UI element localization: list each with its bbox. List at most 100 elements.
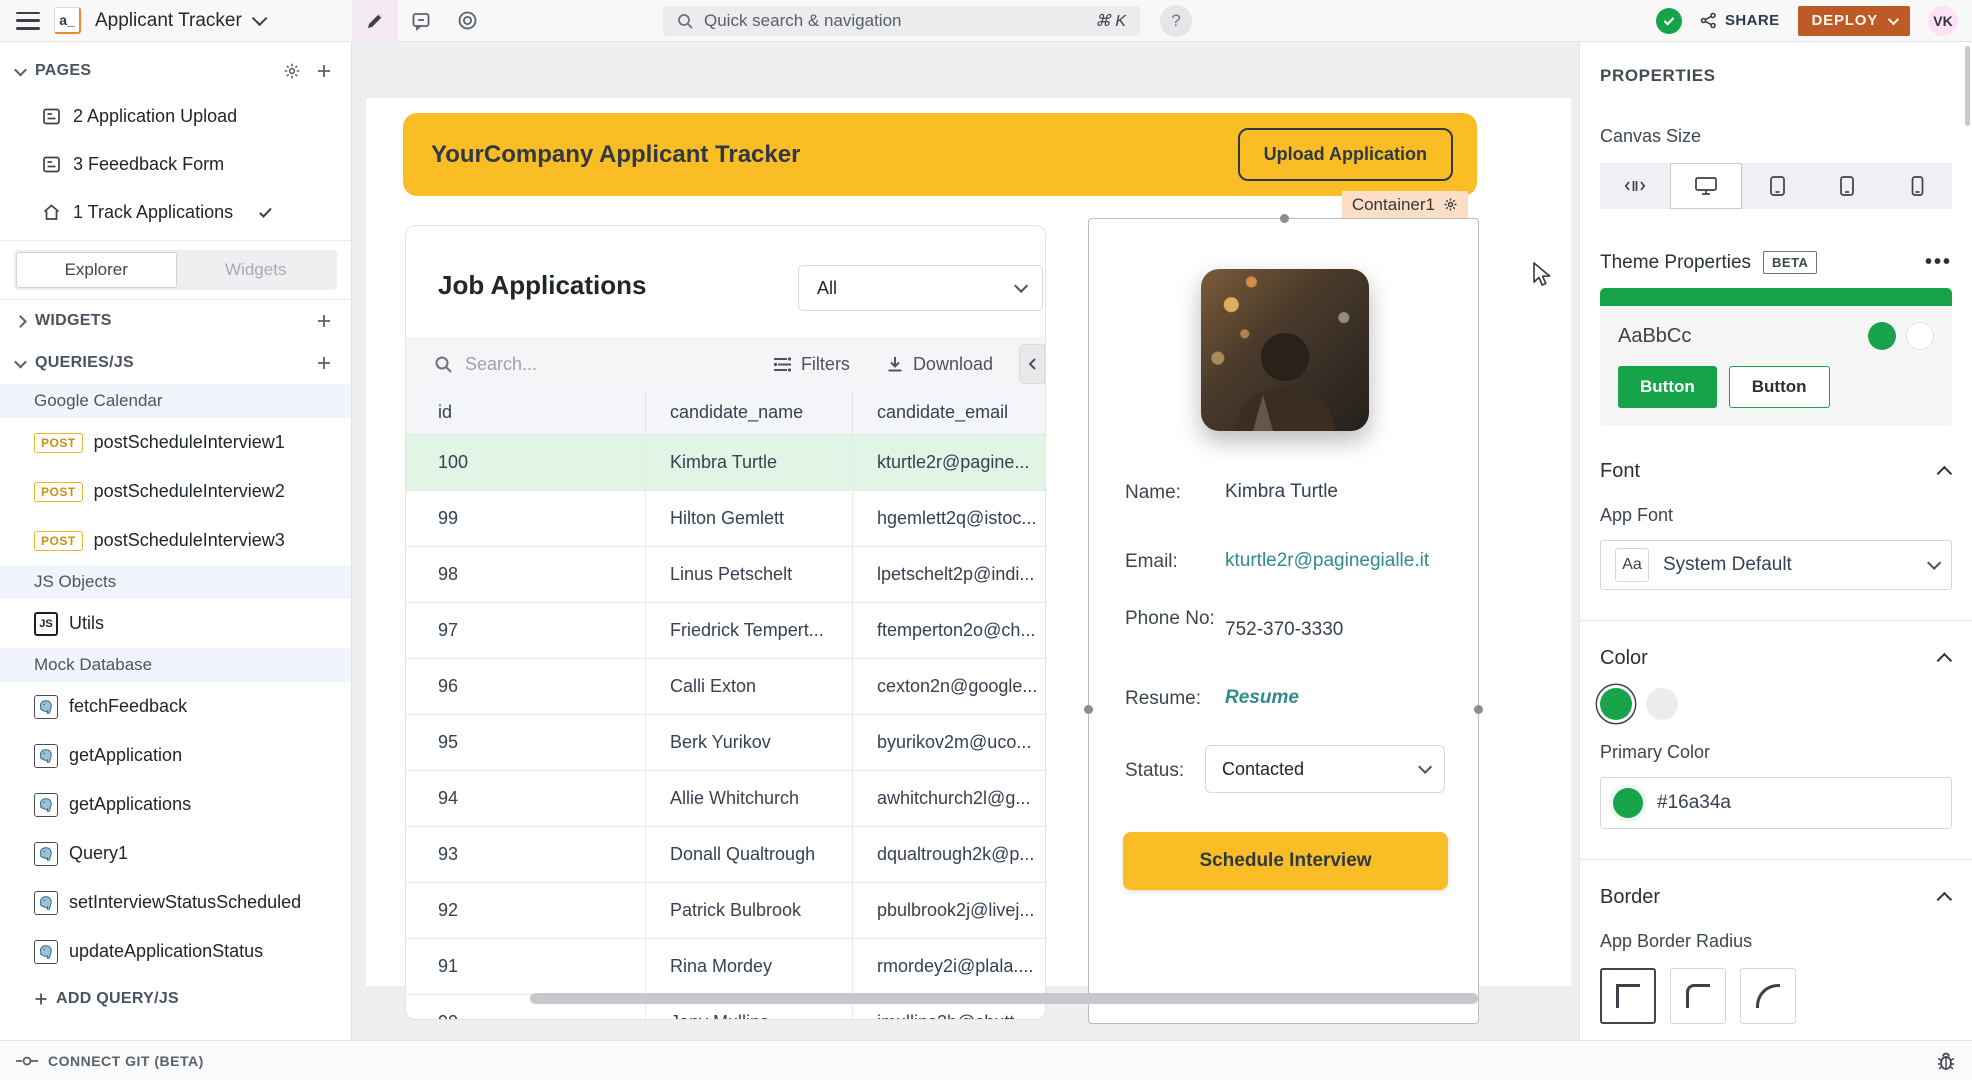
column-header-candidate-name[interactable]: candidate_name [646,391,853,434]
table-cell-name[interactable]: Rina Mordey [646,939,853,994]
table-cell-email[interactable]: kturtle2r@pagine... [853,435,1045,490]
table-cell-name[interactable]: Friedrick Tempert... [646,603,853,658]
debug-bug-icon[interactable] [1936,1051,1956,1071]
share-button[interactable]: SHARE [1700,12,1780,29]
radius-large-button[interactable] [1740,968,1796,1024]
resize-handle-right[interactable] [1474,705,1483,714]
canvas-size-mobile-button[interactable] [1882,163,1952,209]
query-item[interactable]: POST postScheduleInterview1 [0,418,351,467]
font-section-header[interactable]: Font [1600,460,1952,483]
status-select[interactable]: Contacted [1205,745,1445,793]
table-row[interactable]: 98Linus Petscheltlpetschelt2p@indi... [406,547,1045,603]
query-item[interactable]: JS Utils [0,599,351,648]
table-cell-name[interactable]: Donall Qualtrough [646,827,853,882]
connect-git-button[interactable]: CONNECT GIT (BETA) [16,1053,204,1069]
table-cell-id[interactable]: 92 [406,883,646,938]
header-banner-widget[interactable]: YourCompany Applicant Tracker Upload App… [403,113,1477,196]
edit-mode-button[interactable] [352,0,398,42]
properties-scrollbar[interactable] [1965,46,1970,126]
theme-menu-dots-button[interactable]: ••• [1925,251,1952,274]
canvas-size-desktop-button[interactable] [1670,163,1742,209]
canvas-size-tablet-button[interactable] [1812,163,1882,209]
table-cell-id[interactable]: 99 [406,491,646,546]
table-row[interactable]: 92Patrick Bulbrookpbulbrook2j@livej... [406,883,1045,939]
app-title-menu[interactable]: Applicant Tracker [95,10,263,32]
app-font-select[interactable]: Aa System Default [1600,540,1952,590]
table-cell-email[interactable]: pbulbrook2j@livej... [853,883,1045,938]
table-cell-name[interactable]: Calli Exton [646,659,853,714]
resize-handle-left[interactable] [1084,705,1093,714]
table-cell-name[interactable]: Kimbra Turtle [646,435,853,490]
download-button[interactable]: Download [886,354,993,375]
sidebar-page-application-upload[interactable]: 2 Application Upload [0,92,351,140]
table-cell-id[interactable]: 98 [406,547,646,602]
comment-mode-button[interactable] [398,0,444,42]
upload-application-button[interactable]: Upload Application [1238,128,1453,181]
chevron-down-icon[interactable] [14,63,27,76]
help-button[interactable]: ? [1160,5,1192,37]
primary-color-swatch[interactable] [1600,688,1632,720]
table-row[interactable]: 94Allie Whitchurchawhitchurch2l@g... [406,771,1045,827]
resume-link[interactable]: Resume [1225,687,1299,711]
container-widget-tag[interactable]: Container1 [1342,191,1468,218]
radius-medium-button[interactable] [1670,968,1726,1024]
query-item[interactable]: fetchFeedback [0,682,351,731]
gear-icon[interactable] [1443,197,1458,212]
table-cell-name[interactable]: Patrick Bulbrook [646,883,853,938]
secondary-color-swatch[interactable] [1646,688,1678,720]
query-item[interactable]: POST postScheduleInterview2 [0,467,351,516]
table-cell-name[interactable]: Berk Yurikov [646,715,853,770]
tab-explorer[interactable]: Explorer [16,252,177,288]
candidate-detail-container[interactable]: Container1 Name: [1088,218,1479,1024]
table-cell-name[interactable]: Linus Petschelt [646,547,853,602]
column-header-candidate-email[interactable]: candidate_email [853,391,1046,434]
tab-widgets[interactable]: Widgets [177,252,336,288]
table-cell-email[interactable]: ftemperton2o@ch... [853,603,1045,658]
table-cell-id[interactable]: 97 [406,603,646,658]
primary-color-input[interactable]: #16a34a [1600,777,1952,829]
table-cell-email[interactable]: lpetschelt2p@indi... [853,547,1045,602]
query-item[interactable]: getApplication [0,731,351,780]
table-cell-id[interactable]: 95 [406,715,646,770]
status-filter-select[interactable]: All [798,265,1043,311]
table-row[interactable]: 93Donall Qualtroughdqualtrough2k@p... [406,827,1045,883]
pages-settings-gear-icon[interactable] [281,60,303,82]
add-query-js-button[interactable]: ADD QUERY/JS [0,976,351,1022]
current-theme-card[interactable]: AaBbCc Button Button [1600,288,1952,426]
radius-none-button[interactable] [1600,968,1656,1024]
table-cell-email[interactable]: dqualtrough2k@p... [853,827,1045,882]
table-cell-name[interactable]: Allie Whitchurch [646,771,853,826]
table-cell-id[interactable]: 100 [406,435,646,490]
filters-button[interactable]: Filters [773,354,850,375]
query-item[interactable]: setInterviewStatusScheduled [0,878,351,927]
table-cell-email[interactable]: rmordey2i@plala.... [853,939,1045,994]
resize-handle-top[interactable] [1280,214,1289,223]
hamburger-menu-icon[interactable] [16,12,40,30]
border-section-header[interactable]: Border [1600,886,1952,909]
query-item[interactable]: POST postScheduleInterview3 [0,516,351,565]
table-row[interactable]: 91Rina Mordeyrmordey2i@plala.... [406,939,1045,995]
canvas-size-fluid-button[interactable] [1600,163,1670,209]
sidebar-page-track-applications[interactable]: 1 Track Applications [0,188,351,236]
column-header-id[interactable]: id [406,391,646,434]
deploy-button[interactable]: DEPLOY [1798,6,1910,36]
queries-header-row[interactable]: QUERIES/JS [0,342,351,384]
query-item[interactable]: Query1 [0,829,351,878]
table-cell-email[interactable]: cexton2n@google... [853,659,1045,714]
query-item[interactable]: updateApplicationStatus [0,927,351,976]
table-cell-id[interactable]: 93 [406,827,646,882]
table-search-input[interactable]: Search... [434,354,763,375]
table-cell-id[interactable]: 91 [406,939,646,994]
schedule-interview-button[interactable]: Schedule Interview [1123,832,1448,890]
horizontal-scrollbar[interactable] [530,993,1478,1004]
query-item[interactable]: getApplications [0,780,351,829]
preview-mode-button[interactable] [444,0,490,42]
color-section-header[interactable]: Color [1600,647,1952,670]
table-row[interactable]: 99Hilton Gemletthgemlett2q@istoc... [406,491,1045,547]
user-avatar[interactable]: VK [1928,6,1958,36]
email-link[interactable]: kturtle2r@paginegialle.it [1225,550,1429,574]
table-cell-email[interactable]: hgemlett2q@istoc... [853,491,1045,546]
canvas-size-tablet-large-button[interactable] [1742,163,1812,209]
widgets-header-row[interactable]: WIDGETS [0,300,351,342]
table-cell-id[interactable]: 96 [406,659,646,714]
